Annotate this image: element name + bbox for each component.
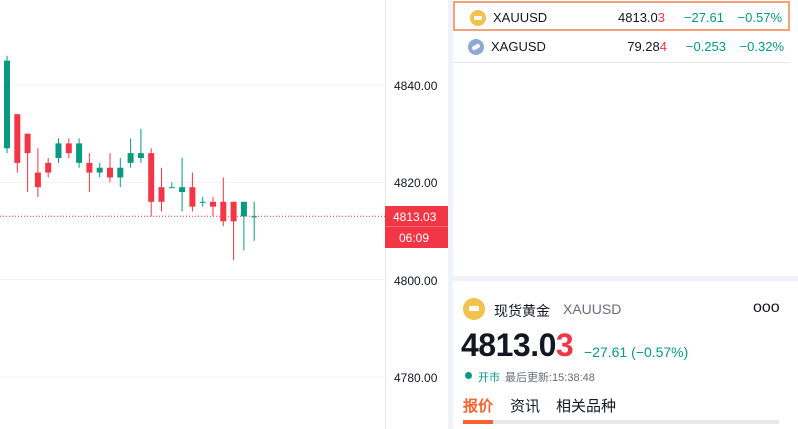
candle: [4, 55, 10, 154]
candle: [189, 172, 196, 212]
candle-body: [117, 167, 124, 178]
tab-related[interactable]: 相关品种: [556, 395, 616, 416]
symbol-label: XAGUSD: [491, 39, 546, 54]
candle-body: [76, 143, 83, 163]
candle-body: [168, 187, 175, 189]
price-axis-label: 4800.00: [394, 274, 438, 288]
candle: [158, 167, 165, 212]
candle: [137, 128, 144, 163]
candle: [24, 133, 31, 193]
market-open-dot: [465, 372, 472, 379]
candle-body: [251, 216, 258, 218]
candle: [45, 158, 52, 178]
candle: [199, 196, 206, 207]
current-price-label: 4813.03: [393, 210, 437, 224]
candle-body: [220, 201, 227, 222]
price-axis-label: 4820.00: [394, 176, 438, 190]
gold-bar-icon: [470, 10, 486, 26]
bar-countdown-label: 06:09: [399, 231, 430, 245]
candle-body: [148, 153, 155, 202]
candle: [65, 138, 72, 158]
change-percent: −0.57%: [737, 10, 782, 25]
candle-body: [189, 187, 196, 207]
candle: [107, 153, 113, 183]
tab-quote[interactable]: 报价: [463, 395, 493, 416]
candle: [55, 138, 62, 163]
active-tab-indicator: [463, 420, 493, 424]
detail-price: 4813.03: [461, 327, 574, 363]
candle: [148, 148, 155, 217]
candle: [220, 177, 227, 227]
symbol-detail-panel: 现货黄金 XAUUSD ooo 4813.03 −27.61 (−0.57%) …: [453, 281, 798, 429]
watchlist-row-xauusd[interactable]: XAUUSD 4813.03 −27.61 −0.57%: [453, 1, 790, 31]
candle-body: [86, 162, 93, 173]
candle: [168, 182, 175, 189]
candle: [34, 148, 41, 197]
price-axis-label: 4840.00: [394, 79, 438, 93]
last-price: 79.284: [627, 39, 667, 54]
candle-body: [96, 167, 103, 173]
row-divider: [453, 62, 790, 63]
symbol-label: XAUUSD: [493, 10, 548, 25]
more-options-icon[interactable]: ooo: [753, 299, 780, 317]
change-value: −0.253: [685, 39, 726, 54]
price-axis-label: 4780.00: [394, 371, 438, 385]
candle-body: [158, 187, 165, 202]
candle: [96, 162, 103, 178]
candlestick-chart[interactable]: [0, 0, 385, 429]
current-price-tag: 4813.03 06:09: [385, 206, 448, 248]
candle: [210, 196, 216, 217]
candle: [127, 138, 134, 168]
candle-body: [107, 167, 113, 178]
watchlist-row-xagusd[interactable]: XAGUSD 79.284 −0.253 −0.32%: [453, 32, 790, 62]
candle-body: [199, 201, 206, 203]
chart-pane[interactable]: [0, 0, 385, 429]
candle: [251, 201, 258, 241]
price-tag-divider: [385, 226, 448, 227]
candle-body: [179, 187, 186, 193]
candle-body: [34, 172, 41, 188]
change-value: −27.61: [683, 10, 724, 25]
last-price: 4813.03: [618, 10, 665, 25]
candle: [76, 138, 83, 168]
candle-body: [210, 201, 216, 207]
candle: [86, 153, 93, 193]
symbol-code: XAUUSD: [563, 301, 622, 317]
candle-body: [127, 153, 134, 163]
candle-body: [240, 201, 247, 217]
candle-body: [14, 114, 21, 163]
candle: [14, 114, 21, 173]
candle-body: [45, 162, 52, 173]
last-updated: 最后更新:15:38:48: [505, 372, 595, 384]
candle: [240, 201, 247, 251]
candle: [179, 158, 186, 212]
candle-body: [137, 153, 144, 158]
watchlist: XAUUSD 4813.03 −27.61 −0.57% XAGUSD 79.2…: [453, 0, 798, 276]
tab-news[interactable]: 资讯: [510, 395, 540, 416]
tab-scroll-track: [463, 420, 779, 424]
candle-body: [24, 133, 31, 154]
candle-body: [230, 201, 237, 222]
symbol-name: 现货黄金: [494, 303, 550, 319]
change-percent: −0.32%: [739, 39, 784, 54]
candle-body: [55, 143, 62, 158]
gold-bar-icon: [463, 298, 485, 320]
candle-body: [65, 143, 72, 154]
candle: [230, 201, 237, 261]
market-status: 开市: [478, 372, 500, 384]
candle-body: [4, 60, 10, 149]
detail-change: −27.61 (−0.57%): [584, 344, 689, 360]
silver-bar-icon: [468, 39, 484, 55]
